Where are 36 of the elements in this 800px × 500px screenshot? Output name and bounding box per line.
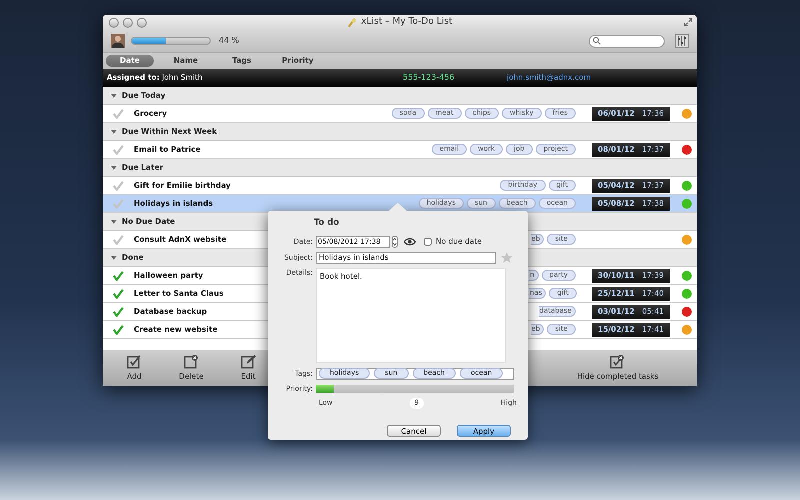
checkmark-icon[interactable] [113, 144, 124, 154]
priority-slider[interactable] [316, 385, 514, 393]
sliders-icon[interactable] [675, 34, 689, 48]
checkbox-add-icon [126, 354, 142, 369]
no-due-date-checkbox[interactable] [424, 238, 432, 246]
delete-icon [184, 354, 200, 369]
hide-completed-icon [610, 354, 626, 369]
disclosure-triangle-icon[interactable] [111, 164, 117, 170]
search-icon [593, 37, 601, 45]
checkmark-icon[interactable] [113, 108, 124, 118]
edit-icon [240, 354, 256, 369]
window-title: xList – My To-Do List [361, 16, 453, 29]
checkmark-icon[interactable] [113, 288, 124, 298]
checkmark-icon[interactable] [113, 198, 124, 208]
editor-title: To do [314, 217, 340, 230]
checkmark-icon[interactable] [113, 180, 124, 190]
checkmark-icon[interactable] [113, 324, 124, 334]
stepper-icon[interactable] [392, 236, 398, 248]
avatar-icon [111, 34, 125, 48]
close-button[interactable] [109, 18, 119, 28]
star-icon[interactable] [501, 252, 513, 264]
disclosure-triangle-icon[interactable] [111, 128, 117, 134]
app-logo-icon [347, 18, 358, 28]
checkmark-icon[interactable] [113, 270, 124, 280]
progress-reading: 44 % [219, 35, 240, 47]
checkmark-icon[interactable] [113, 306, 124, 316]
disclosure-triangle-icon[interactable] [111, 218, 117, 224]
phone-number: 555-123-456 [403, 72, 456, 84]
checkmark-icon[interactable] [113, 234, 124, 244]
fullscreen-icon[interactable] [684, 18, 693, 27]
search-field[interactable] [589, 34, 665, 48]
minimize-button[interactable] [123, 18, 133, 28]
eye-icon[interactable] [404, 238, 416, 246]
zoom-button[interactable] [137, 18, 147, 28]
disclosure-triangle-icon[interactable] [111, 254, 117, 260]
disclosure-triangle-icon[interactable] [111, 92, 117, 98]
